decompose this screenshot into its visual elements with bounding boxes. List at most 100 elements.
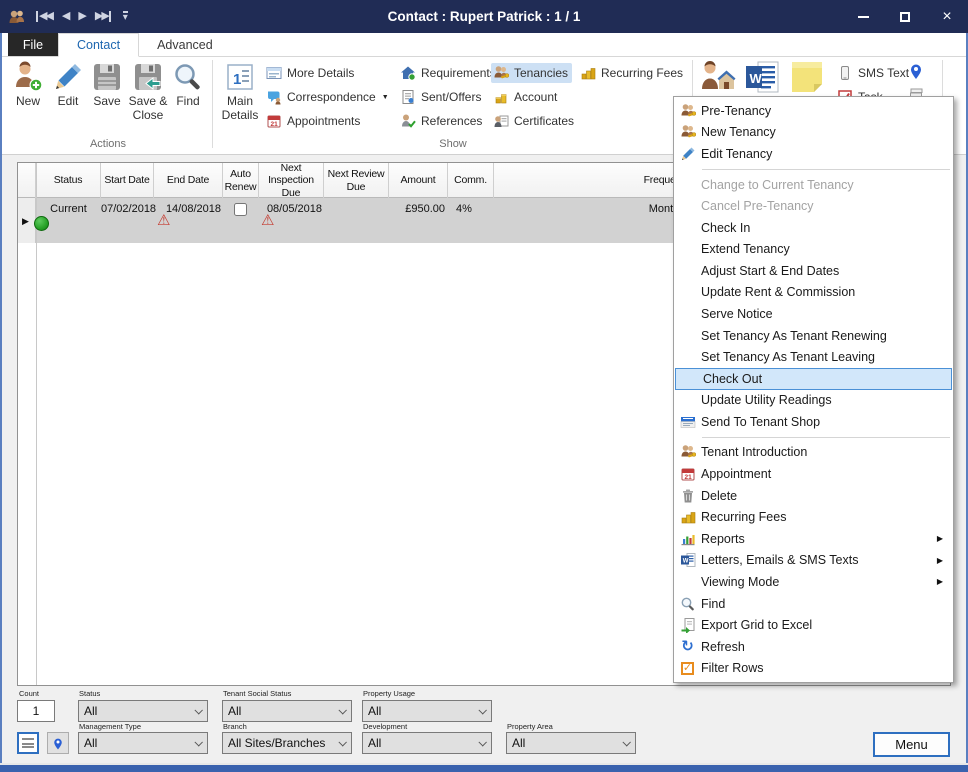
menu-item-extend-tenancy[interactable]: Extend Tenancy: [674, 238, 953, 260]
ribbon-correspondence[interactable]: Correspondence ▼: [264, 87, 393, 107]
svg-text:W: W: [682, 559, 688, 565]
menu-item-pre-tenancy[interactable]: Pre-Tenancy: [674, 100, 953, 122]
column-header-next-inspection-due[interactable]: Next Inspection Due: [259, 163, 324, 198]
window-border-bottom[interactable]: [0, 763, 968, 772]
word-letter-button[interactable]: W: [744, 60, 780, 94]
status-filter-dropdown[interactable]: All: [78, 700, 208, 722]
note-button[interactable]: [790, 60, 824, 94]
column-header-auto-renew[interactable]: Auto Renew: [223, 163, 259, 198]
menu-item-check-out[interactable]: Check Out: [675, 368, 952, 390]
tab-advanced[interactable]: Advanced: [139, 33, 231, 56]
menu-item-adjust-start-end-dates[interactable]: Adjust Start & End Dates: [674, 260, 953, 282]
tenancies-label: Tenancies: [514, 66, 568, 80]
column-header-status[interactable]: Status: [36, 163, 101, 198]
menu-item-check-in[interactable]: Check In: [674, 217, 953, 239]
nav-previous-button[interactable]: ◀: [62, 11, 68, 22]
tenant-shop-icon: [680, 414, 696, 430]
ribbon-more-details[interactable]: More Details: [264, 63, 358, 83]
main-details-button[interactable]: 1 Main Details: [218, 61, 262, 123]
menu-item-edit-tenancy[interactable]: Edit Tenancy: [674, 143, 953, 165]
sms-text-button[interactable]: SMS Text: [835, 63, 913, 83]
branch-label: Branch: [223, 722, 247, 731]
tenant-key-icon: [680, 103, 696, 119]
column-header-next-review-due[interactable]: Next Review Due: [324, 163, 389, 198]
menu-item-reports[interactable]: Reports ▶: [674, 528, 953, 550]
end-date-warning-icon: ⚠: [157, 213, 170, 228]
tenant-social-status-dropdown[interactable]: All: [222, 700, 352, 722]
property-area-dropdown[interactable]: All: [506, 732, 636, 754]
map-view-button[interactable]: [47, 732, 69, 754]
list-view-button[interactable]: [17, 732, 39, 754]
menu-separator: [702, 437, 950, 438]
chevron-down-icon: [622, 738, 630, 746]
minimize-button[interactable]: [842, 0, 884, 33]
menu-button[interactable]: Menu: [873, 732, 950, 757]
column-header-amount[interactable]: Amount: [389, 163, 448, 198]
auto-renew-checkbox[interactable]: [234, 203, 247, 216]
menu-item-export-grid-excel[interactable]: Export Grid to Excel: [674, 614, 953, 636]
tab-contact[interactable]: Contact: [58, 33, 139, 57]
cell-next-review-due: [324, 202, 389, 217]
tenant-social-status-value: All: [228, 704, 241, 718]
menu-item-viewing-mode[interactable]: Viewing Mode ▶: [674, 571, 953, 593]
tenancies-icon: [493, 65, 509, 81]
nav-next-button[interactable]: ▶: [78, 11, 84, 22]
count-input[interactable]: [17, 700, 55, 722]
column-header-end-date[interactable]: End Date: [154, 163, 223, 198]
quick-access-more-icon[interactable]: ▾: [123, 11, 128, 23]
edit-button[interactable]: Edit: [50, 61, 86, 109]
development-dropdown[interactable]: All: [362, 732, 492, 754]
menu-item-recurring-fees[interactable]: Recurring Fees: [674, 506, 953, 528]
tab-file[interactable]: File: [8, 33, 58, 56]
map-pin-icon: [908, 62, 924, 80]
nav-last-button[interactable]: ▶▶: [95, 11, 111, 22]
ribbon-certificates[interactable]: Certificates: [491, 111, 578, 131]
menu-item-tenant-introduction[interactable]: Tenant Introduction: [674, 442, 953, 464]
column-header-start-date[interactable]: Start Date: [101, 163, 154, 198]
nav-first-button[interactable]: ◀◀: [36, 11, 52, 22]
find-button[interactable]: Find: [170, 61, 206, 109]
cell-comm: 4%: [456, 202, 494, 217]
new-button[interactable]: New: [10, 61, 46, 109]
ribbon-tenancies[interactable]: Tenancies: [491, 63, 572, 83]
ribbon-account[interactable]: Account: [491, 87, 561, 107]
save-button[interactable]: Save: [88, 61, 126, 109]
menu-item-update-utility-readings[interactable]: Update Utility Readings: [674, 390, 953, 412]
sent-offers-icon: [400, 89, 416, 105]
recurring-fees-icon: [580, 65, 596, 81]
property-usage-dropdown[interactable]: All: [362, 700, 492, 722]
management-type-dropdown[interactable]: All: [78, 732, 208, 754]
cell-amount: £950.00: [389, 202, 445, 217]
ribbon-sent-offers[interactable]: Sent/Offers: [398, 87, 485, 107]
close-button[interactable]: ×: [926, 0, 968, 33]
menu-item-send-to-tenant-shop[interactable]: Send To Tenant Shop: [674, 411, 953, 433]
management-type-value: All: [84, 736, 97, 750]
menu-item-set-tenancy-renewing[interactable]: Set Tenancy As Tenant Renewing: [674, 325, 953, 347]
new-contact-icon: [12, 61, 44, 93]
menu-item-serve-notice[interactable]: Serve Notice: [674, 303, 953, 325]
menu-item-appointment[interactable]: 21 Appointment: [674, 463, 953, 485]
property-usage-label: Property Usage: [363, 689, 415, 698]
ribbon-appointments[interactable]: 21 Appointments: [264, 111, 364, 131]
column-header-comm[interactable]: Comm.: [448, 163, 494, 198]
close-icon: ×: [942, 9, 951, 25]
save-close-button[interactable]: Save & Close: [124, 61, 172, 123]
contact-property-button[interactable]: [700, 60, 736, 94]
menu-item-find[interactable]: Find: [674, 593, 953, 615]
menu-item-update-rent-commission[interactable]: Update Rent & Commission: [674, 282, 953, 304]
ribbon-requirements[interactable]: Requirements: [398, 63, 500, 83]
menu-item-set-tenancy-leaving[interactable]: Set Tenancy As Tenant Leaving: [674, 346, 953, 368]
ribbon-references[interactable]: References: [398, 111, 486, 131]
ribbon-recurring-fees[interactable]: Recurring Fees: [578, 63, 687, 83]
map-pin-button[interactable]: [908, 62, 924, 80]
maximize-button[interactable]: [884, 0, 926, 33]
ribbon-separator: [212, 60, 213, 148]
correspondence-dropdown-icon[interactable]: ▼: [382, 94, 389, 101]
menu-item-letters-emails-sms[interactable]: W Letters, Emails & SMS Texts ▶: [674, 550, 953, 572]
filter-check-icon: ✓: [681, 662, 694, 675]
branch-dropdown[interactable]: All Sites/Branches: [222, 732, 352, 754]
menu-item-refresh[interactable]: ↻ Refresh: [674, 636, 953, 658]
menu-item-new-tenancy[interactable]: New Tenancy: [674, 122, 953, 144]
menu-item-delete[interactable]: Delete: [674, 485, 953, 507]
menu-item-filter-rows[interactable]: ✓ Filter Rows: [674, 657, 953, 679]
